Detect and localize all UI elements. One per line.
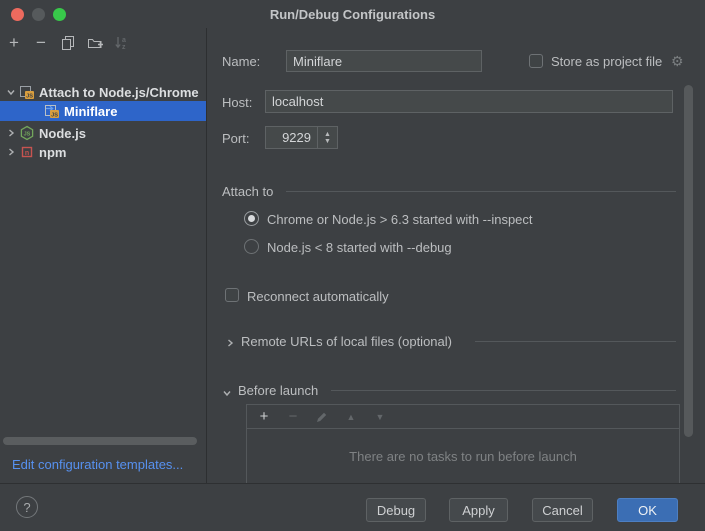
name-label: Name: (222, 54, 260, 69)
radio-debug-label[interactable]: Node.js < 8 started with --debug (267, 240, 452, 255)
tree-item-attach-node-chrome[interactable]: JS Attach to Node.js/Chrome (0, 82, 207, 102)
add-task-icon[interactable]: + (256, 409, 272, 425)
radio-debug[interactable] (244, 239, 259, 254)
before-launch-panel: + − ▲ ▼ There are no tasks to run before… (246, 404, 680, 483)
group-separator (331, 390, 676, 391)
svg-text:n: n (25, 150, 29, 157)
debug-button[interactable]: Debug (366, 498, 426, 522)
stepper-down-icon[interactable]: ▼ (324, 138, 331, 145)
chevron-down-icon[interactable] (222, 386, 232, 401)
tree-item-miniflare[interactable]: JS Miniflare (0, 101, 207, 121)
cancel-button[interactable]: Cancel (532, 498, 593, 522)
configurations-sidebar: + − az JS Attach to Node.js/Chrome (0, 28, 207, 483)
tree-item-label: Node.js (39, 126, 86, 141)
before-launch-section-label[interactable]: Before launch (238, 383, 318, 398)
store-as-project-file-checkbox[interactable] (529, 54, 543, 68)
svg-text:JS: JS (26, 93, 33, 99)
remove-configuration-icon[interactable]: − (33, 35, 49, 51)
tree-item-nodejs[interactable]: JS Node.js (0, 123, 207, 143)
sort-configurations-icon: az (114, 35, 130, 51)
tree-item-npm[interactable]: n npm (0, 142, 207, 162)
copy-configuration-icon[interactable] (60, 35, 76, 51)
before-launch-empty-text: There are no tasks to run before launch (247, 429, 679, 483)
dialog-footer: ? Debug Apply Cancel OK (0, 483, 705, 531)
apply-button[interactable]: Apply (449, 498, 508, 522)
group-separator (286, 191, 676, 192)
run-debug-configurations-dialog: Run/Debug Configurations + − az (0, 0, 705, 531)
move-task-up-icon: ▲ (343, 409, 359, 425)
titlebar: Run/Debug Configurations (0, 0, 705, 28)
stepper-up-icon[interactable]: ▲ (324, 131, 331, 138)
vertical-scrollbar[interactable] (684, 85, 693, 437)
new-folder-icon[interactable] (87, 35, 103, 51)
chevron-right-icon[interactable] (3, 144, 19, 160)
svg-text:JS: JS (24, 131, 31, 137)
group-separator (475, 341, 676, 342)
svg-text:JS: JS (51, 112, 58, 118)
sidebar-toolbar: + − az (6, 33, 130, 53)
tree-item-label: npm (39, 145, 66, 160)
move-task-down-icon: ▼ (372, 409, 388, 425)
tree-item-label: Attach to Node.js/Chrome (39, 85, 199, 100)
chevron-right-icon[interactable] (3, 125, 19, 141)
radio-inspect-label[interactable]: Chrome or Node.js > 6.3 started with --i… (267, 212, 533, 227)
port-value[interactable]: 9229 (266, 127, 317, 148)
port-stepper[interactable]: ▲ ▼ (317, 127, 337, 148)
attach-config-icon: JS (19, 84, 35, 100)
remove-task-icon: − (285, 409, 301, 425)
chevron-down-icon[interactable] (3, 84, 19, 100)
reconnect-automatically-label[interactable]: Reconnect automatically (247, 289, 389, 304)
before-launch-toolbar: + − ▲ ▼ (247, 405, 679, 429)
nodejs-icon: JS (19, 125, 35, 141)
remote-urls-section-label[interactable]: Remote URLs of local files (optional) (241, 334, 452, 349)
attach-config-run-icon: JS (44, 103, 60, 119)
ok-button[interactable]: OK (617, 498, 678, 522)
attach-to-group-label: Attach to (222, 184, 273, 199)
tree-item-label: Miniflare (64, 104, 117, 119)
svg-text:a: a (122, 37, 126, 44)
reconnect-automatically-checkbox[interactable] (225, 288, 239, 302)
gear-icon[interactable]: ⚙ (671, 54, 684, 68)
configuration-form: Name: Store as project file ⚙ Host: Port… (208, 28, 705, 483)
svg-text:z: z (122, 44, 126, 51)
port-label: Port: (222, 131, 249, 146)
window-title: Run/Debug Configurations (0, 7, 705, 22)
host-input[interactable] (265, 90, 673, 113)
port-spinner[interactable]: 9229 ▲ ▼ (265, 126, 338, 149)
chevron-right-icon[interactable] (225, 336, 235, 351)
edit-task-icon (314, 409, 330, 425)
horizontal-scrollbar[interactable] (3, 437, 197, 445)
add-configuration-icon[interactable]: + (6, 35, 22, 51)
edit-configuration-templates-link[interactable]: Edit configuration templates... (12, 457, 183, 472)
radio-inspect[interactable] (244, 211, 259, 226)
host-label: Host: (222, 95, 252, 110)
help-button[interactable]: ? (16, 496, 38, 518)
store-as-project-file-label[interactable]: Store as project file (551, 54, 662, 69)
name-input[interactable] (286, 50, 482, 72)
npm-icon: n (19, 144, 35, 160)
